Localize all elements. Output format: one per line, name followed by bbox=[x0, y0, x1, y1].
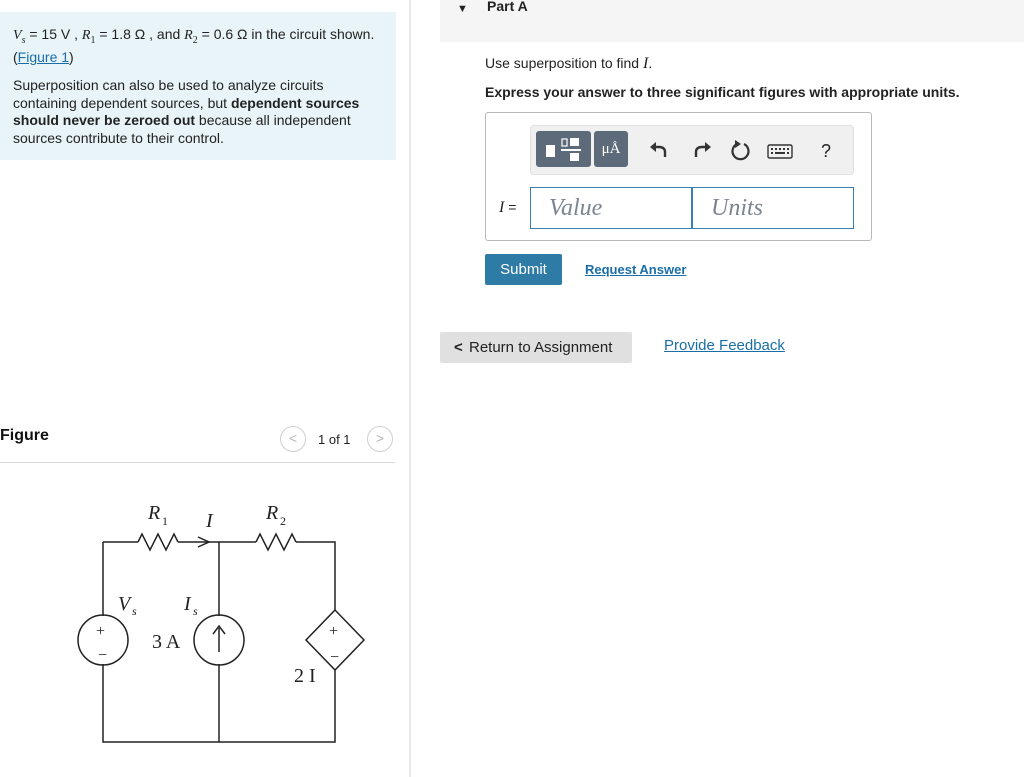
undo-glyph bbox=[650, 142, 667, 157]
units-button[interactable]: μÅ bbox=[594, 131, 628, 167]
help-label: ? bbox=[820, 141, 831, 161]
caret-down-icon[interactable]: ▼ bbox=[457, 3, 468, 15]
vs-minus: − bbox=[98, 647, 107, 664]
dep-plus: + bbox=[329, 623, 338, 640]
r1-label-sub: 1 bbox=[162, 514, 168, 528]
math-toolbar: μÅ ? bbox=[530, 125, 854, 175]
chevron-left-icon[interactable]: < bbox=[280, 426, 306, 452]
templates-icon[interactable] bbox=[536, 131, 591, 167]
resistor-r1 bbox=[137, 532, 179, 552]
r2-label-sub: 2 bbox=[280, 514, 286, 528]
vs-label: V bbox=[118, 593, 133, 615]
provide-feedback-link[interactable]: Provide Feedback bbox=[664, 337, 785, 354]
units-input[interactable]: Units bbox=[692, 187, 854, 229]
dep-minus: − bbox=[330, 649, 339, 666]
figure-title: Figure bbox=[0, 427, 49, 444]
instruction: Use superposition to find I. bbox=[485, 55, 652, 73]
vs-value: = 15 V , bbox=[25, 26, 82, 42]
is-label: I bbox=[183, 593, 192, 615]
instruction-period: . bbox=[648, 55, 653, 71]
undo-icon[interactable] bbox=[646, 138, 672, 164]
chevron-left-icon: < bbox=[454, 339, 463, 356]
figure-link[interactable]: Figure 1 bbox=[18, 49, 69, 65]
answer-format-instruction: Express your answer to three significant… bbox=[485, 84, 960, 100]
problem-given-values: Vs = 15 V , R1 = 1.8 Ω , and R2 = 0.6 Ω … bbox=[13, 26, 383, 67]
problem-note: Superposition can also be used to analyz… bbox=[13, 77, 383, 147]
return-to-assignment-button[interactable]: < Return to Assignment bbox=[440, 332, 632, 363]
wire-top-right bbox=[296, 541, 336, 610]
keyboard-icon[interactable] bbox=[767, 138, 793, 164]
vs-symbol: V bbox=[13, 28, 22, 43]
redo-icon[interactable] bbox=[689, 138, 715, 164]
value-input[interactable]: Value bbox=[530, 187, 692, 229]
resistor-r2 bbox=[255, 532, 297, 552]
vs-plus: + bbox=[96, 623, 105, 640]
figure-pager-text: 1 of 1 bbox=[318, 432, 351, 447]
keyboard-glyph bbox=[767, 144, 793, 159]
r1-value: = 1.8 Ω , and bbox=[95, 26, 185, 42]
redo-glyph bbox=[694, 142, 711, 157]
vs-label-sub: s bbox=[132, 604, 137, 618]
answer-box: μÅ ? I = Value Units bbox=[485, 112, 872, 241]
figure-header: Figure < 1 of 1 > bbox=[0, 424, 395, 463]
help-icon[interactable]: ? bbox=[813, 138, 839, 164]
current-label: I bbox=[205, 510, 214, 532]
templates-glyph bbox=[546, 138, 581, 161]
part-a-header[interactable]: ▼ Part A bbox=[440, 0, 1024, 42]
answer-variable-label: I = bbox=[499, 199, 516, 217]
column-divider bbox=[409, 0, 411, 777]
request-answer-link[interactable]: Request Answer bbox=[585, 262, 686, 277]
return-label: Return to Assignment bbox=[469, 339, 613, 356]
is-label-sub: s bbox=[193, 604, 198, 618]
current-source-arrow bbox=[212, 624, 226, 652]
r2-symbol: R bbox=[184, 28, 193, 43]
problem-statement: Vs = 15 V , R1 = 1.8 Ω , and R2 = 0.6 Ω … bbox=[0, 12, 396, 160]
close-paren: ) bbox=[69, 49, 74, 66]
dep-value: 2 I bbox=[294, 665, 316, 687]
answer-equals: = bbox=[504, 199, 517, 215]
chevron-right-icon[interactable]: > bbox=[367, 426, 393, 452]
r2-label: R bbox=[265, 502, 278, 524]
reset-glyph bbox=[731, 140, 750, 161]
r1-label: R bbox=[147, 502, 160, 524]
part-a-title: Part A bbox=[487, 0, 528, 14]
is-value: 3 A bbox=[152, 631, 181, 653]
reset-icon[interactable] bbox=[728, 138, 754, 164]
submit-button[interactable]: Submit bbox=[485, 254, 562, 285]
circuit-diagram: R 1 I R 2 V s + − I s 3 A + − 2 I bbox=[77, 502, 366, 743]
instruction-text: Use superposition to find bbox=[485, 55, 643, 71]
